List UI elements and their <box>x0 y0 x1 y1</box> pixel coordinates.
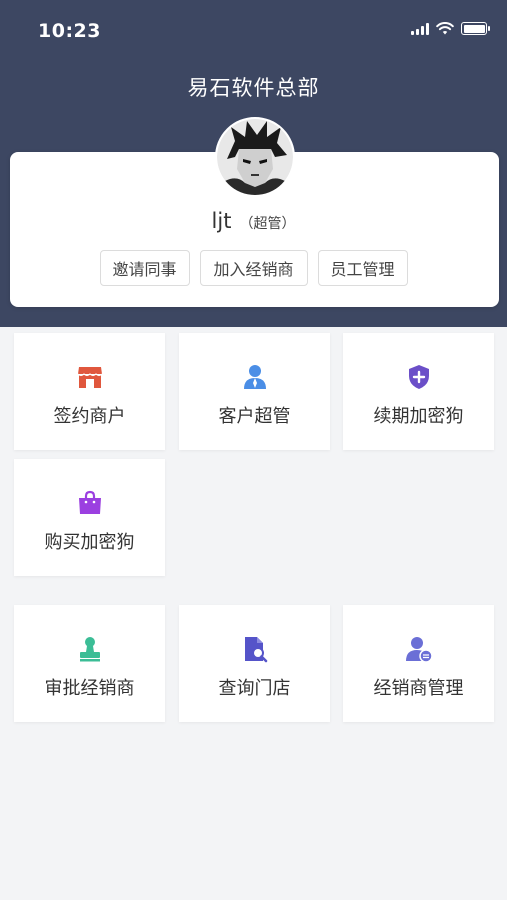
document-search-icon <box>244 637 267 663</box>
username-row: ljt （超管） <box>0 209 507 233</box>
join-dealer-button[interactable]: 加入经销商 <box>199 250 308 286</box>
page-title: 易石软件总部 <box>187 76 320 100</box>
tile-approve-dealer[interactable]: 审批经销商 <box>14 605 165 722</box>
invite-colleague-button[interactable]: 邀请同事 <box>99 250 190 286</box>
username: ljt <box>211 209 232 233</box>
cellular-signal-icon <box>411 22 429 35</box>
tile-signed-merchants[interactable]: 签约商户 <box>14 333 165 450</box>
battery-icon <box>461 22 490 35</box>
tile-buy-dongle[interactable]: 购买加密狗 <box>14 459 165 576</box>
store-icon <box>77 367 102 388</box>
tile-label: 续期加密狗 <box>373 406 464 427</box>
shopping-bag-icon <box>78 490 101 514</box>
shield-plus-icon <box>408 365 429 389</box>
tile-label: 经销商管理 <box>373 678 464 699</box>
user-role: （超管） <box>239 216 296 232</box>
status-icons <box>411 22 490 35</box>
user-settings-icon <box>405 637 433 663</box>
tile-renew-dongle[interactable]: 续期加密狗 <box>343 333 494 450</box>
tile-label: 审批经销商 <box>44 678 135 699</box>
tile-label: 客户超管 <box>218 406 291 427</box>
profile-actions: 邀请同事 加入经销商 员工管理 <box>0 250 507 286</box>
tile-label: 购买加密狗 <box>44 532 135 553</box>
tile-query-stores[interactable]: 查询门店 <box>179 605 330 722</box>
status-bar: 10:23 <box>0 0 507 62</box>
tile-label: 签约商户 <box>53 406 126 427</box>
wifi-icon <box>436 22 454 35</box>
stamp-icon <box>79 637 100 662</box>
avatar[interactable] <box>215 117 295 197</box>
tile-dealer-management[interactable]: 经销商管理 <box>343 605 494 722</box>
tile-customer-admin[interactable]: 客户超管 <box>179 333 330 450</box>
user-badge-icon <box>243 365 266 389</box>
employee-management-button[interactable]: 员工管理 <box>317 250 408 286</box>
tile-label: 查询门店 <box>218 678 291 699</box>
status-time: 10:23 <box>38 20 101 42</box>
avatar-image <box>217 119 293 195</box>
